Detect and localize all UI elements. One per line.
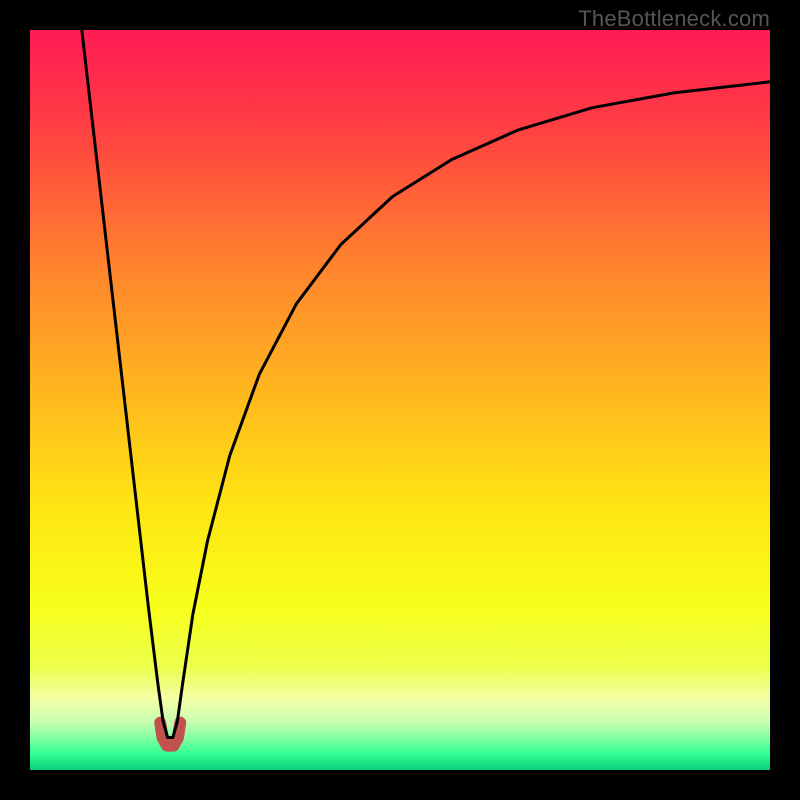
watermark-text: TheBottleneck.com: [578, 6, 770, 32]
plot-area: [30, 30, 770, 770]
chart-frame: TheBottleneck.com: [0, 0, 800, 800]
series-bottleneck-curve: [82, 30, 770, 737]
curves-layer: [30, 30, 770, 770]
